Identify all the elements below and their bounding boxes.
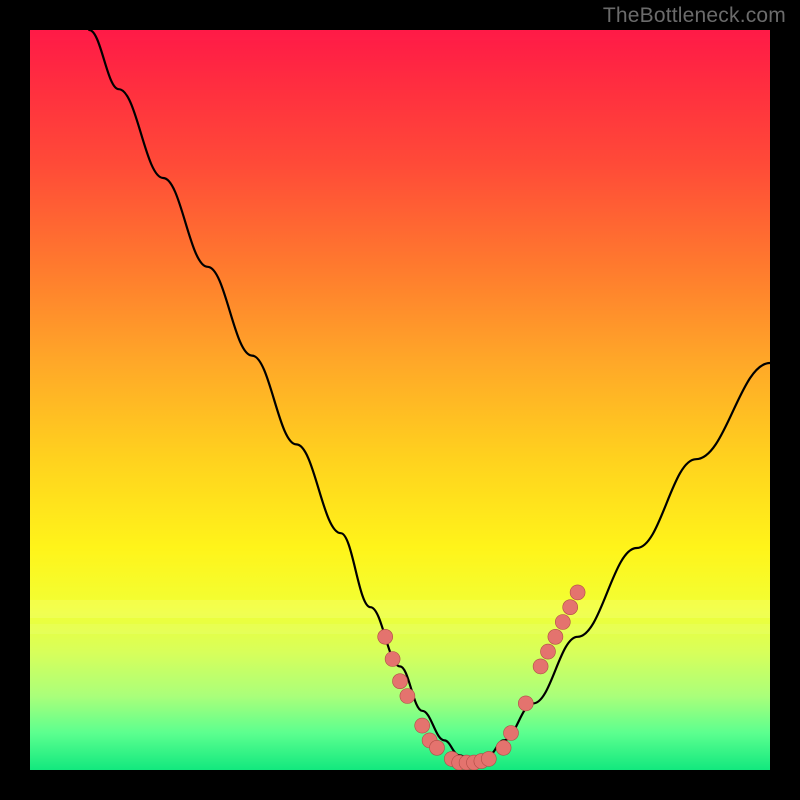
- highlight-dot: [504, 726, 519, 741]
- highlight-dot: [430, 740, 445, 755]
- watermark-text: TheBottleneck.com: [603, 4, 786, 28]
- highlight-dot: [415, 718, 430, 733]
- highlight-dot: [555, 615, 570, 630]
- plot-area: [30, 30, 770, 770]
- highlight-dot: [385, 652, 400, 667]
- bottleneck-curve: [89, 30, 770, 763]
- curve-svg: [30, 30, 770, 770]
- highlight-dot: [481, 751, 496, 766]
- highlight-dot: [400, 689, 415, 704]
- highlight-dot: [496, 740, 511, 755]
- highlight-dot: [570, 585, 585, 600]
- highlight-dot: [533, 659, 548, 674]
- highlight-dot: [518, 696, 533, 711]
- highlight-dots-group: [378, 585, 585, 770]
- highlight-dot: [563, 600, 578, 615]
- highlight-dot: [378, 629, 393, 644]
- highlight-dot: [541, 644, 556, 659]
- highlight-dot: [393, 674, 408, 689]
- chart-stage: TheBottleneck.com: [0, 0, 800, 800]
- highlight-dot: [548, 629, 563, 644]
